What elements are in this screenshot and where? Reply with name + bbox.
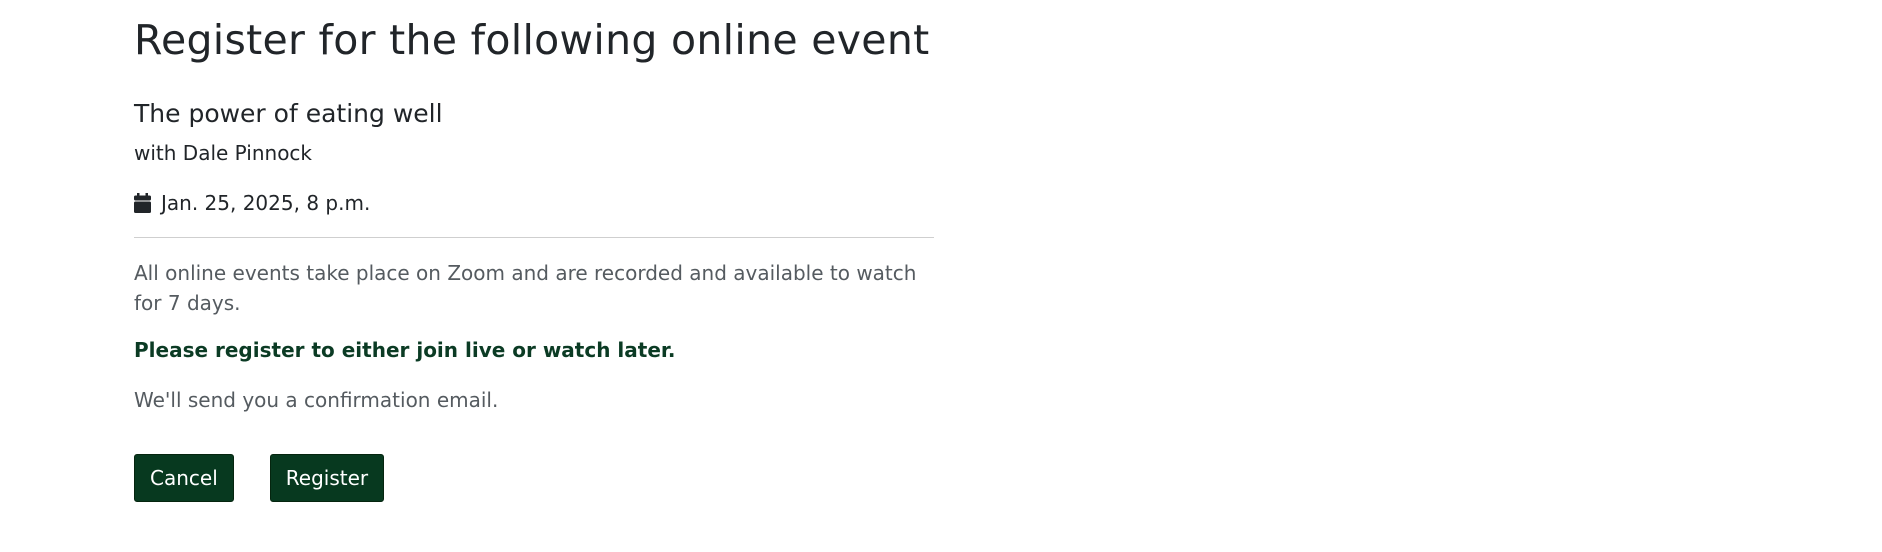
event-title: The power of eating well — [134, 99, 443, 129]
cancel-button[interactable]: Cancel — [134, 454, 234, 503]
register-button[interactable]: Register — [269, 454, 385, 503]
registration-panel: Register for the following online event … — [134, 16, 934, 503]
divider — [134, 237, 934, 239]
action-buttons: Cancel Register — [134, 454, 934, 503]
event-date-text: Jan. 25, 2025, 8 p.m. — [161, 191, 371, 216]
register-emphasis-text: Please register to either join live or w… — [134, 338, 676, 363]
event-date-row: Jan. 25, 2025, 8 p.m. — [134, 191, 934, 215]
calendar-icon — [134, 193, 151, 214]
page-title: Register for the following online event — [134, 16, 930, 64]
confirmation-text: We'll send you a confirmation email. — [134, 388, 499, 413]
event-info-text: All online events take place on Zoom and… — [134, 261, 917, 316]
event-host: with Dale Pinnock — [134, 141, 313, 166]
